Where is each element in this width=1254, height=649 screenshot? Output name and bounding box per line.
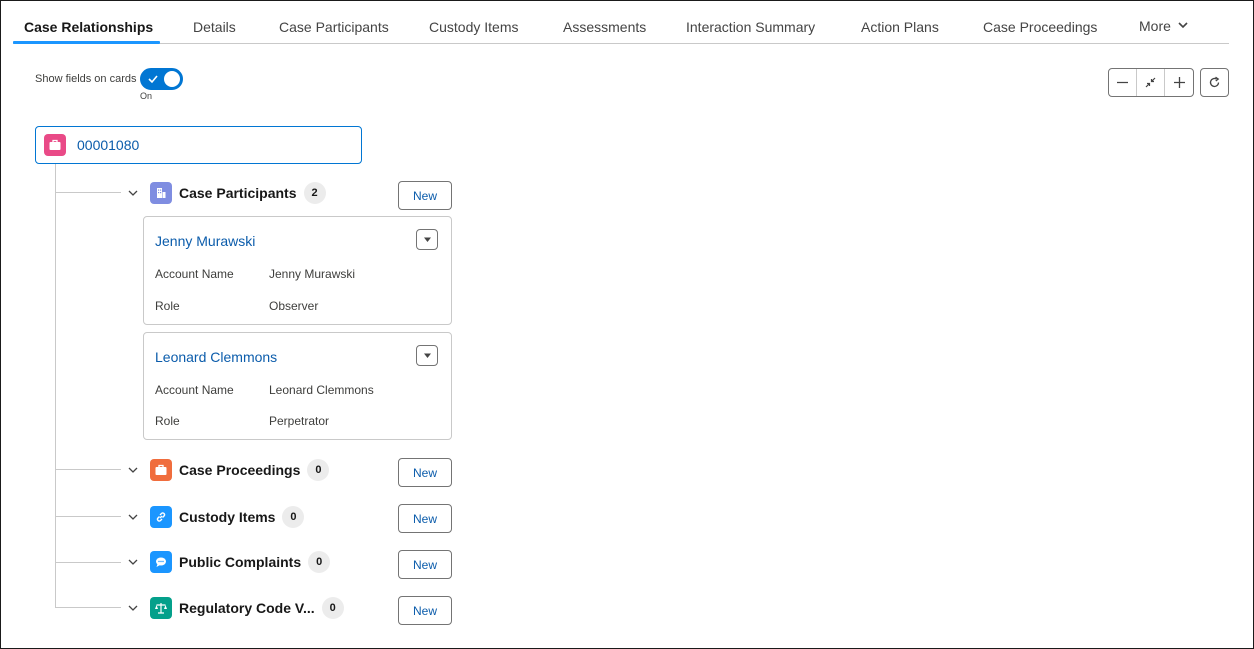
tab-case-proceedings[interactable]: Case Proceedings [983,1,1097,44]
active-tab-indicator [13,41,160,44]
section-regulatory-code-violations: Regulatory Code V... 0 [126,596,344,620]
new-public-complaint-button[interactable]: New [398,550,452,579]
zoom-out-button[interactable] [1109,69,1137,96]
toggle-label: Show fields on cards [35,73,137,85]
new-regulatory-code-violation-button[interactable]: New [398,596,452,625]
briefcase-icon [150,459,172,481]
tab-custody-items[interactable]: Custody Items [429,1,518,44]
briefcase-icon [44,134,66,156]
section-public-complaints: Public Complaints 0 [126,550,331,574]
chevron-down-icon[interactable] [126,510,140,524]
record-card: Jenny Murawski Account Name Jenny Muraws… [143,216,452,325]
tab-case-relationships[interactable]: Case Relationships [24,1,153,44]
more-label: More [1139,18,1171,34]
tab-assessments[interactable]: Assessments [563,1,646,44]
section-case-participants: Case Participants 2 [126,181,326,205]
field-value: Leonard Clemmons [269,383,374,397]
record-name-link[interactable]: Jenny Murawski [155,233,255,249]
new-case-proceeding-button[interactable]: New [398,458,452,487]
tab-details[interactable]: Details [193,1,236,44]
case-relationships-panel: Case Relationships Details Case Particip… [0,0,1254,649]
field-value: Observer [269,299,319,313]
tab-bar: Case Relationships Details Case Particip… [13,1,1229,44]
field-label: Account Name [155,383,234,397]
tree-connector [55,164,56,608]
link-icon [150,506,172,528]
zoom-controls [1108,68,1194,97]
chevron-down-icon [1177,18,1189,34]
chevron-down-icon[interactable] [126,186,140,200]
refresh-icon [1209,76,1220,88]
tab-interaction-summary[interactable]: Interaction Summary [686,1,815,44]
scales-icon [150,597,172,619]
show-fields-toggle[interactable] [140,68,183,90]
toggle-knob [164,71,180,87]
count-badge: 2 [303,182,326,204]
tree-branch [55,469,121,470]
chevron-down-icon[interactable] [126,463,140,477]
section-title: Case Participants [179,185,297,201]
section-title: Case Proceedings [179,462,301,478]
field-value: Perpetrator [269,414,330,428]
chevron-down-icon[interactable] [126,555,140,569]
count-badge: 0 [308,551,331,573]
record-actions-button[interactable] [416,229,438,250]
contract-icon [1145,77,1156,88]
field-label: Role [155,299,180,313]
section-title: Regulatory Code V... [179,600,315,616]
zoom-in-button[interactable] [1165,69,1193,96]
more-tabs-button[interactable]: More [1139,18,1189,34]
caret-down-icon [423,353,431,358]
chat-icon [150,551,172,573]
record-name-link[interactable]: Leonard Clemmons [155,349,277,365]
field-label: Role [155,414,180,428]
tree-branch [55,516,121,517]
root-case-card[interactable]: 00001080 [35,126,362,164]
tree-branch [55,192,121,193]
tree-branch [55,607,121,608]
section-title: Public Complaints [179,554,302,570]
section-case-proceedings: Case Proceedings 0 [126,458,330,482]
check-icon [148,75,158,84]
building-icon [150,182,172,204]
case-number-link[interactable]: 00001080 [77,137,139,153]
tab-action-plans[interactable]: Action Plans [861,1,939,44]
caret-down-icon [423,237,431,242]
chevron-down-icon[interactable] [126,601,140,615]
minus-icon [1117,81,1128,84]
record-actions-button[interactable] [416,345,438,366]
count-badge: 0 [282,506,305,528]
section-custody-items: Custody Items 0 [126,505,305,529]
count-badge: 0 [321,597,344,619]
tab-case-participants[interactable]: Case Participants [279,1,389,44]
toggle-state-label: On [140,91,153,101]
tree-branch [55,562,121,563]
record-card: Leonard Clemmons Account Name Leonard Cl… [143,332,452,440]
section-title: Custody Items [179,509,276,525]
fit-to-screen-button[interactable] [1137,69,1165,96]
refresh-button[interactable] [1200,68,1229,97]
new-custody-item-button[interactable]: New [398,504,452,533]
count-badge: 0 [307,459,330,481]
plus-icon [1173,77,1185,88]
field-label: Account Name [155,267,234,281]
new-case-participant-button[interactable]: New [398,181,452,210]
field-value: Jenny Murawski [269,267,356,281]
